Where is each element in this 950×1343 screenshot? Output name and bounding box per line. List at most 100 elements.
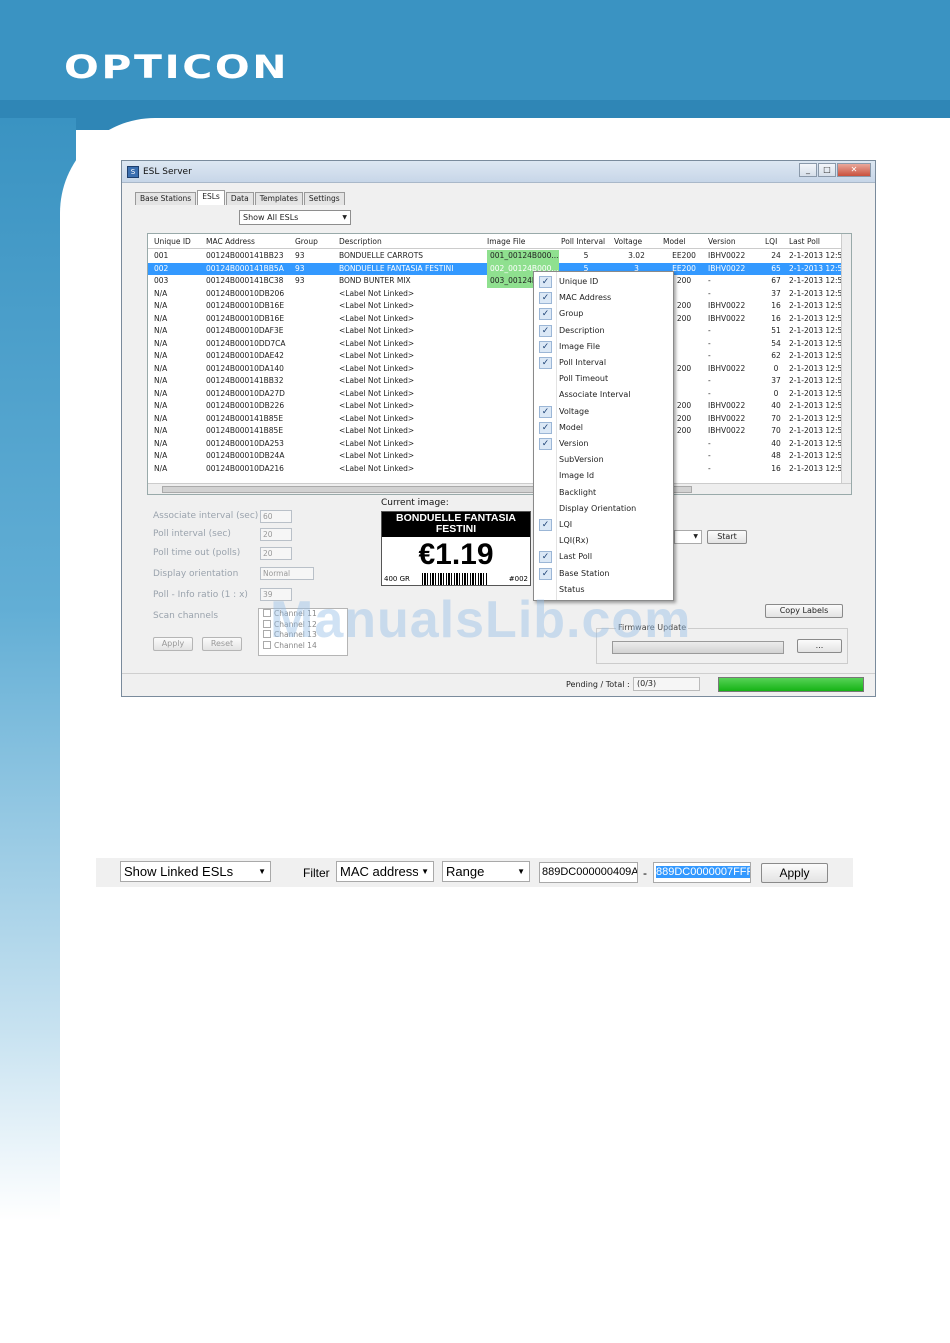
- cell-group: [295, 438, 337, 451]
- maximize-icon[interactable]: □: [818, 163, 836, 177]
- table-row[interactable]: N/A 00124B00010DA253 <Label Not Linked> - 40…: [148, 438, 851, 451]
- check-icon: ✓: [539, 438, 552, 450]
- apply-button[interactable]: Apply: [153, 637, 193, 651]
- menu-item-image-file[interactable]: ✓ Image File: [534, 339, 673, 355]
- poll-input[interactable]: 20: [260, 528, 292, 541]
- check-icon: ✓: [539, 308, 552, 321]
- assoc-input[interactable]: 60: [260, 510, 292, 523]
- cell-group: [295, 388, 337, 401]
- column-header[interactable]: LQI: [765, 237, 777, 246]
- tab-data[interactable]: Data: [225, 192, 254, 205]
- filter-mode-select[interactable]: Range ▼: [442, 861, 530, 882]
- column-header[interactable]: Version: [708, 237, 736, 246]
- title-bar[interactable]: S ESL Server _ □ ✕: [122, 161, 875, 183]
- cell-mac: 00124B000141BC38: [206, 276, 284, 285]
- horizontal-scrollbar[interactable]: [148, 483, 851, 494]
- chevron-down-icon: ▼: [418, 862, 429, 881]
- poll-label: Poll interval (sec): [153, 529, 231, 539]
- orientation-select[interactable]: Normal: [260, 567, 314, 580]
- column-header[interactable]: Unique ID: [154, 237, 191, 246]
- view-select[interactable]: Show All ESLs ▼: [239, 210, 351, 225]
- table-row[interactable]: N/A 00124B00010DD7CA <Label Not Linked> - 54…: [148, 338, 851, 351]
- table-row[interactable]: N/A 00124B00010DA140 <Label Not Linked> 200…: [148, 363, 851, 376]
- start-select[interactable]: ▼: [674, 530, 702, 544]
- cell-mac: 00124B00010DD7CA: [206, 338, 286, 348]
- table-row[interactable]: N/A 00124B000141B85E <Label Not Linked> 200…: [148, 425, 851, 438]
- menu-item-image-id[interactable]: Image Id: [534, 468, 673, 484]
- cell-ver: IBHV0022: [708, 401, 746, 410]
- menu-item-model[interactable]: ✓ Model: [534, 420, 673, 436]
- menu-item-unique-id[interactable]: ✓ Unique ID: [534, 274, 673, 290]
- linked-view-select[interactable]: Show Linked ESLs ▼: [120, 861, 271, 882]
- table-row[interactable]: N/A 00124B00010DB16E <Label Not Linked> 200…: [148, 313, 851, 326]
- start-button[interactable]: Start: [707, 530, 747, 544]
- column-header[interactable]: Poll Interval: [561, 237, 605, 246]
- table-row[interactable]: 001 00124B000141BB23 93 BONDUELLE CARROTS 00…: [148, 250, 851, 263]
- menu-item-description[interactable]: ✓ Description: [534, 323, 673, 339]
- column-header[interactable]: Last Poll: [789, 237, 820, 246]
- menu-item-version[interactable]: ✓ Version: [534, 436, 673, 452]
- table-row[interactable]: N/A 00124B00010DA27D <Label Not Linked> - 0 2…: [148, 388, 851, 401]
- close-icon[interactable]: ✕: [837, 163, 871, 177]
- table-row[interactable]: N/A 00124B00010DAE42 <Label Not Linked> - 62…: [148, 350, 851, 363]
- table-row[interactable]: N/A 00124B00010DA216 <Label Not Linked> - 16…: [148, 463, 851, 476]
- column-header[interactable]: Description: [339, 237, 382, 246]
- check-icon: ✓: [539, 340, 552, 353]
- tab-esls[interactable]: ESLs: [197, 190, 225, 205]
- table-row[interactable]: N/A 00124B00010DB24A <Label Not Linked> - 48…: [148, 450, 851, 463]
- cell-group: [295, 463, 337, 476]
- table-row[interactable]: N/A 00124B000141B85E <Label Not Linked> 200…: [148, 413, 851, 426]
- browse-button[interactable]: ...: [797, 639, 842, 653]
- menu-item-base-station[interactable]: ✓ Base Station: [534, 566, 673, 582]
- table-row[interactable]: 003 00124B000141BC38 93 BOND BUNTER MIX 003_…: [148, 275, 851, 288]
- tab-bar: Base Stations ESLs Data Templates Settings: [135, 190, 346, 205]
- table-row[interactable]: 002 00124B000141BB5A 93 BONDUELLE FANTASIA …: [148, 262, 851, 275]
- menu-item-display-orientation[interactable]: Display Orientation: [534, 501, 673, 517]
- filter-field-select[interactable]: MAC address ▼: [336, 861, 434, 882]
- menu-item-group[interactable]: ✓ Group: [534, 306, 673, 322]
- column-header[interactable]: Image File: [487, 237, 525, 246]
- table-row[interactable]: N/A 00124B00010DB16E <Label Not Linked> 200…: [148, 300, 851, 313]
- table-row[interactable]: N/A 00124B00010DB206 <Label Not Linked> - 37…: [148, 288, 851, 301]
- tab-settings[interactable]: Settings: [303, 192, 345, 205]
- cell-lqi: 70: [771, 426, 781, 435]
- menu-item-label: Backlight: [559, 487, 597, 497]
- cell-desc: <Label Not Linked>: [339, 438, 415, 448]
- cell-last: 2-1-2013 12:5: [789, 376, 843, 385]
- cell-ver: -: [708, 288, 711, 298]
- minimize-icon[interactable]: _: [799, 163, 817, 177]
- range-from-input[interactable]: 889DC000000409A: [539, 862, 638, 883]
- cell-mac: 00124B000141BB5A: [206, 263, 284, 273]
- cell-desc: <Label Not Linked>: [339, 388, 415, 398]
- menu-item-poll-timeout[interactable]: Poll Timeout: [534, 371, 673, 387]
- cell-poll: 5: [583, 251, 589, 260]
- column-header[interactable]: MAC Address: [206, 237, 255, 246]
- menu-item-voltage[interactable]: ✓ Voltage: [534, 404, 673, 420]
- vertical-scrollbar[interactable]: [841, 234, 851, 484]
- menu-item-last-poll[interactable]: ✓ Last Poll: [534, 549, 673, 565]
- menu-item-associate-interval[interactable]: Associate Interval: [534, 387, 673, 403]
- column-header[interactable]: Voltage: [614, 237, 642, 246]
- cell-group: [295, 325, 337, 338]
- menu-item-lqi-rx[interactable]: LQI(Rx): [534, 533, 673, 549]
- orientation-label: Display orientation: [153, 569, 239, 579]
- tab-templates[interactable]: Templates: [254, 192, 303, 205]
- reset-button[interactable]: Reset: [202, 637, 242, 651]
- copy-labels-button[interactable]: Copy Labels: [765, 604, 843, 618]
- menu-item-mac-address[interactable]: ✓ MAC Address: [534, 290, 673, 306]
- menu-item-poll-interval[interactable]: ✓ Poll Interval: [534, 355, 673, 371]
- cell-mac: 00124B000141B85E: [206, 426, 284, 435]
- table-row[interactable]: N/A 00124B000141BB32 <Label Not Linked> - 37…: [148, 375, 851, 388]
- menu-item-subversion[interactable]: SubVersion: [534, 452, 673, 468]
- menu-item-lqi[interactable]: ✓ LQI: [534, 517, 673, 533]
- assoc-label: Associate interval (sec): [153, 511, 259, 521]
- timeout-input[interactable]: 20: [260, 547, 292, 560]
- column-header[interactable]: Group: [295, 237, 318, 246]
- tab-base-stations[interactable]: Base Stations: [135, 192, 197, 205]
- table-row[interactable]: N/A 00124B00010DAF3E <Label Not Linked> - 51…: [148, 325, 851, 338]
- menu-item-backlight[interactable]: Backlight: [534, 485, 673, 501]
- table-row[interactable]: N/A 00124B00010DB226 <Label Not Linked> 200…: [148, 400, 851, 413]
- column-header[interactable]: Model: [663, 237, 686, 246]
- range-to-input[interactable]: 889DC0000007FFF: [653, 862, 751, 883]
- filter-apply-button[interactable]: Apply: [761, 863, 828, 883]
